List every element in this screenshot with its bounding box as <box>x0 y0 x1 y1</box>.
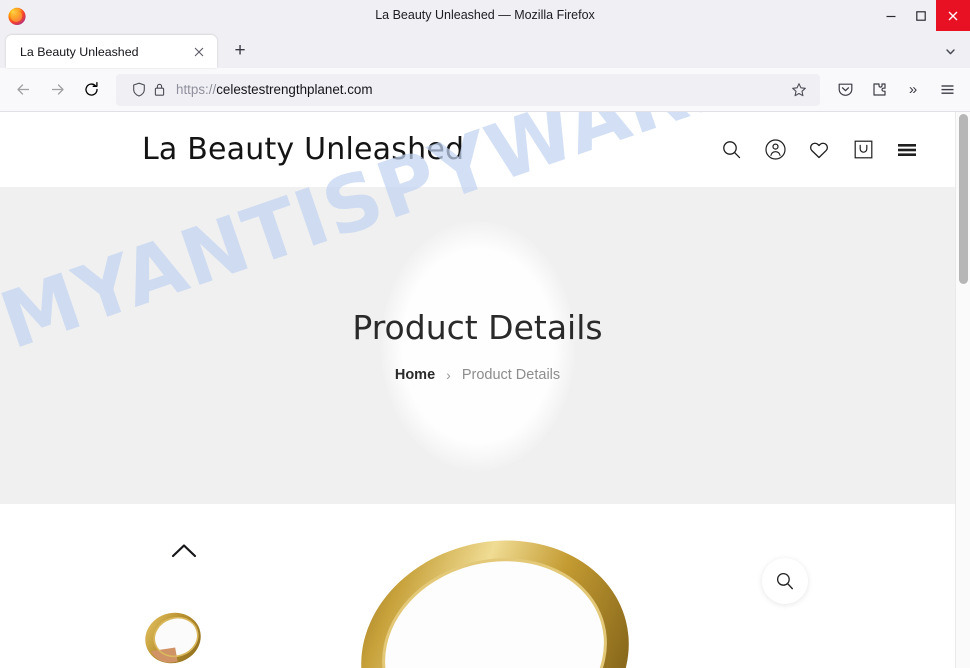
back-arrow-icon[interactable] <box>6 74 40 106</box>
chevron-down-icon[interactable] <box>936 37 964 65</box>
extensions-puzzle-icon[interactable] <box>862 74 896 106</box>
hamburger-menu-icon[interactable] <box>894 137 920 163</box>
title-bar: La Beauty Unleashed — Mozilla Firefox <box>0 0 970 31</box>
close-button[interactable] <box>936 0 970 31</box>
lock-icon[interactable] <box>149 82 170 97</box>
scrollbar-thumb[interactable] <box>959 114 968 284</box>
page-viewport: La Beauty Unleashed Product Details Home… <box>0 112 970 668</box>
pocket-icon[interactable] <box>828 74 862 106</box>
page-title: Product Details <box>352 308 603 347</box>
browser-tab[interactable]: La Beauty Unleashed <box>6 35 217 68</box>
url-scheme: https:// <box>176 82 217 97</box>
breadcrumb: Home › Product Details <box>395 367 560 383</box>
page-scrollbar[interactable] <box>955 112 970 668</box>
navigation-toolbar: https://celestestrengthplanet.com » <box>0 68 970 112</box>
reload-icon[interactable] <box>74 74 108 106</box>
search-icon[interactable] <box>718 137 744 163</box>
app-menu-icon[interactable] <box>930 74 964 106</box>
hero-banner: Product Details Home › Product Details <box>0 187 955 504</box>
close-icon[interactable] <box>189 42 209 62</box>
star-icon[interactable] <box>786 82 812 98</box>
window-title: La Beauty Unleashed — Mozilla Firefox <box>375 8 595 22</box>
tab-title: La Beauty Unleashed <box>20 44 139 59</box>
site-brand-logo[interactable]: La Beauty Unleashed <box>142 132 464 167</box>
web-page: La Beauty Unleashed Product Details Home… <box>0 112 955 668</box>
product-main-image[interactable] <box>345 504 635 668</box>
firefox-logo-icon <box>7 6 27 26</box>
overflow-menu-icon[interactable]: » <box>896 74 930 106</box>
product-gallery <box>0 504 955 668</box>
chevron-up-icon[interactable] <box>170 542 198 560</box>
wishlist-heart-icon[interactable] <box>806 137 832 163</box>
account-icon[interactable] <box>762 137 788 163</box>
cart-bag-icon[interactable] <box>850 137 876 163</box>
chevron-right-icon: › <box>446 367 451 383</box>
url-text[interactable]: https://celestestrengthplanet.com <box>176 82 786 97</box>
image-zoom-button[interactable] <box>762 558 808 604</box>
minimize-button[interactable] <box>876 0 906 31</box>
product-thumbnail[interactable] <box>142 596 206 666</box>
site-header: La Beauty Unleashed <box>0 112 955 187</box>
firefox-window: La Beauty Unleashed — Mozilla Firefox La… <box>0 0 970 668</box>
maximize-button[interactable] <box>906 0 936 31</box>
forward-arrow-icon[interactable] <box>40 74 74 106</box>
url-bar[interactable]: https://celestestrengthplanet.com <box>116 73 820 106</box>
breadcrumb-home-link[interactable]: Home <box>395 367 435 383</box>
url-host: celestestrengthplanet.com <box>216 82 373 97</box>
breadcrumb-current: Product Details <box>461 367 561 383</box>
tab-strip: La Beauty Unleashed + <box>0 31 970 68</box>
new-tab-button[interactable]: + <box>225 36 255 66</box>
window-controls <box>876 0 970 31</box>
site-header-icons <box>718 137 920 163</box>
shield-icon[interactable] <box>128 82 149 97</box>
